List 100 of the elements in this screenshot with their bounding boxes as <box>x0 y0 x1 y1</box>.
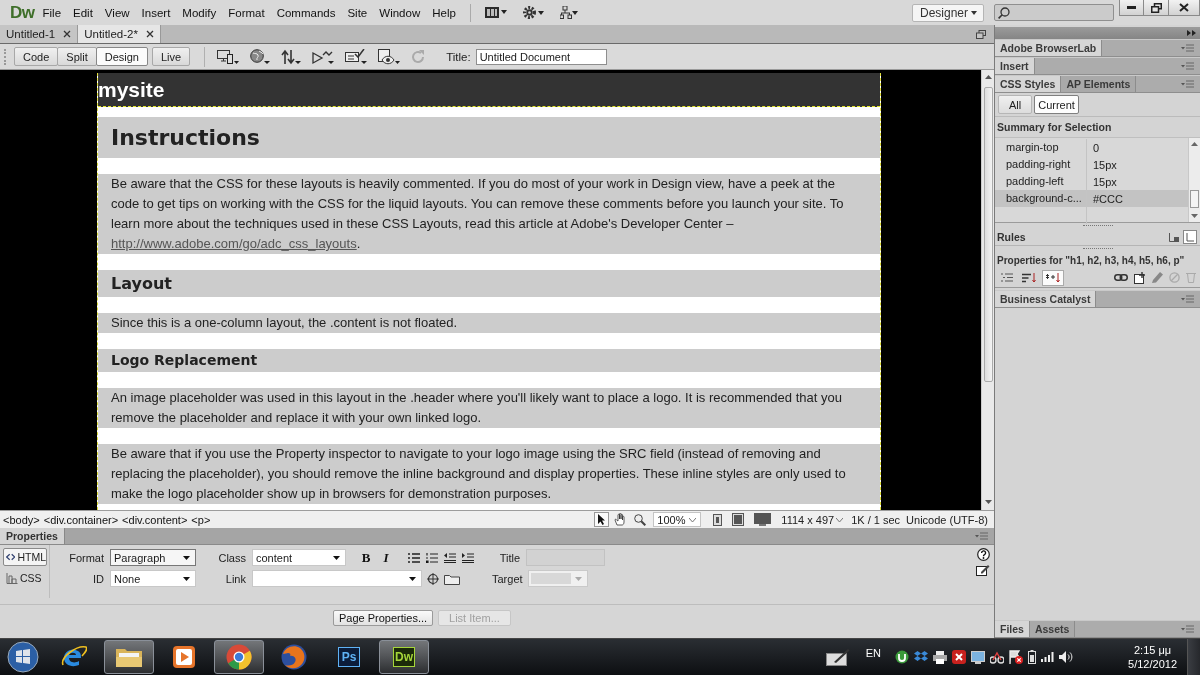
menu-item[interactable]: Format <box>222 6 271 19</box>
bold-button[interactable]: B <box>358 549 374 566</box>
up-down-arrows-icon[interactable] <box>281 48 302 65</box>
search-field[interactable] <box>994 4 1114 21</box>
taskbar-button[interactable]: Dw <box>379 640 429 674</box>
down-arrow-icon[interactable] <box>1191 214 1198 218</box>
minimize-button[interactable] <box>1119 0 1144 16</box>
pen-tablet-icon[interactable] <box>825 648 850 666</box>
view-button[interactable]: Design <box>95 47 148 66</box>
monitor-icon[interactable] <box>754 513 772 526</box>
gear-icon[interactable] <box>522 6 544 19</box>
flag-icon[interactable] <box>1009 650 1024 664</box>
tag-selector[interactable]: <body> <box>3 513 40 526</box>
speaker-icon[interactable] <box>1059 651 1074 663</box>
document-tab[interactable]: Untitled-1 <box>0 25 79 43</box>
caret-icon[interactable] <box>836 517 844 522</box>
close-icon[interactable] <box>63 30 72 38</box>
signal-icon[interactable] <box>1041 652 1055 662</box>
property-row[interactable]: margin-top 0 <box>995 139 1188 156</box>
chain-link-icon[interactable] <box>1114 274 1128 281</box>
view-button[interactable]: Code <box>14 47 59 66</box>
site-tree-icon[interactable] <box>559 6 578 19</box>
mode-button[interactable]: HTML <box>3 548 47 566</box>
window-size[interactable]: 1114 x 497 <box>781 513 835 526</box>
down-arrow-icon[interactable] <box>984 500 992 504</box>
property-row[interactable]: background-c... #CCC <box>995 190 1188 207</box>
taskbar-button[interactable]: Ps <box>324 640 374 674</box>
collapse-icon[interactable] <box>1187 30 1196 36</box>
restore-button[interactable] <box>1144 0 1169 16</box>
up-arrow-icon[interactable] <box>984 75 992 79</box>
tag-selector[interactable]: <p> <box>191 513 211 526</box>
bicycle-icon[interactable] <box>990 650 1005 664</box>
view-button[interactable]: Live <box>151 47 191 66</box>
hand-icon[interactable] <box>614 513 628 526</box>
property-row[interactable]: padding-right 15px <box>995 156 1188 173</box>
view-button[interactable]: Split <box>57 47 97 66</box>
document-check-icon[interactable] <box>345 48 368 65</box>
select-tool-button[interactable] <box>594 512 610 527</box>
close-icon[interactable] <box>145 30 154 38</box>
menu-item[interactable]: File <box>36 6 68 19</box>
bulleted-list-icon[interactable] <box>408 552 420 563</box>
id-select[interactable]: None <box>110 570 196 587</box>
menu-item[interactable]: Help <box>426 6 462 19</box>
layout-icon[interactable] <box>484 7 507 18</box>
format-select[interactable]: Paragraph <box>110 549 196 566</box>
menu-item[interactable]: Site <box>341 6 374 19</box>
language-indicator[interactable]: EN <box>865 647 882 659</box>
link[interactable]: http://www.adobe.com/go/adc_css_layouts <box>111 236 357 251</box>
tag-selector[interactable]: <div.container> <box>43 513 119 526</box>
phone-size-icon[interactable] <box>713 513 723 526</box>
clock-time[interactable]: 2:15 μμ <box>1133 643 1172 657</box>
taskbar-button[interactable] <box>104 640 154 674</box>
panel-tab[interactable]: Insert <box>995 58 1035 74</box>
workspace-dropdown[interactable]: Designer <box>912 3 984 22</box>
menu-item[interactable]: Window <box>373 6 427 19</box>
mode-button[interactable]: CSS <box>3 569 47 587</box>
menu-item[interactable]: Commands <box>270 6 342 19</box>
panel-tab[interactable]: Files <box>995 621 1030 637</box>
italic-button[interactable]: I <box>378 549 394 566</box>
cross-icon[interactable] <box>952 650 967 664</box>
pane-icon[interactable] <box>1183 230 1197 244</box>
menu-item[interactable]: Insert <box>135 6 177 19</box>
scrollbar[interactable] <box>981 70 994 510</box>
menu-item[interactable]: Edit <box>67 6 99 19</box>
edit-icon[interactable] <box>976 563 990 576</box>
class-select[interactable]: content <box>252 549 346 566</box>
document-tab[interactable]: Untitled-2* <box>78 25 161 43</box>
devices-icon[interactable] <box>217 48 240 65</box>
numbered-list-icon[interactable] <box>426 552 438 563</box>
eye-icon[interactable] <box>378 48 401 65</box>
diamonds-icon[interactable] <box>914 651 929 663</box>
folder-icon[interactable] <box>444 572 460 585</box>
battery-icon[interactable] <box>1028 650 1037 664</box>
taskbar-button[interactable] <box>214 640 264 674</box>
set-properties-button[interactable] <box>1042 269 1064 286</box>
globe-icon[interactable] <box>250 48 271 65</box>
panel-button[interactable]: Page Properties... <box>333 610 434 626</box>
restore-icon[interactable] <box>976 29 986 39</box>
menu-item[interactable]: View <box>98 6 136 19</box>
monitor-icon[interactable] <box>971 650 986 664</box>
mode-button[interactable]: All <box>998 95 1033 114</box>
start-orb-icon[interactable] <box>7 641 39 673</box>
outdent-icon[interactable] <box>444 552 456 563</box>
panel-tab[interactable]: Adobe BrowserLab <box>995 40 1103 56</box>
link-field[interactable] <box>252 570 422 587</box>
scroll-thumb[interactable] <box>1190 190 1199 208</box>
tag-selector[interactable]: <div.content> <box>122 513 188 526</box>
crosshair-icon[interactable] <box>427 572 439 585</box>
indent-icon[interactable] <box>462 552 474 563</box>
scroll-thumb[interactable] <box>983 87 993 382</box>
help-icon[interactable] <box>976 548 990 561</box>
up-arrow-icon[interactable] <box>1191 142 1198 146</box>
panel-tab[interactable]: CSS Styles <box>995 76 1062 92</box>
zoom-select[interactable]: 100% <box>653 512 702 527</box>
mode-button[interactable]: Current <box>1034 95 1079 114</box>
magnifier-icon[interactable] <box>634 513 647 526</box>
title-field[interactable]: Untitled Document <box>475 48 607 65</box>
tablet-size-icon[interactable] <box>732 513 745 526</box>
clock-date[interactable]: 5/12/2012 <box>1128 657 1177 671</box>
u-circle-icon[interactable] <box>895 650 910 664</box>
